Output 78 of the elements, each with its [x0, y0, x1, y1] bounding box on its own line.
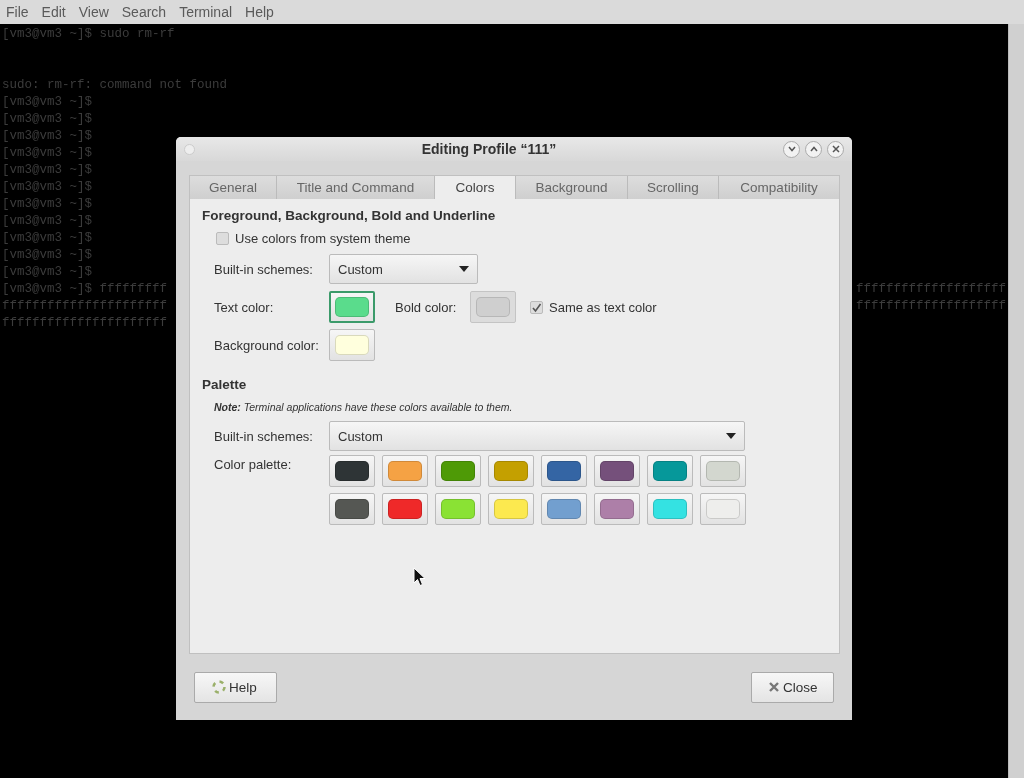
terminal-text: ffffffffffffffffffff [855, 298, 1006, 315]
color-button[interactable] [329, 455, 375, 487]
color-button[interactable] [700, 455, 746, 487]
section-heading: Foreground, Background, Bold and Underline [202, 208, 497, 225]
mouse-pointer-icon [413, 567, 426, 587]
menu-item[interactable]: View [78, 4, 116, 20]
terminal-text: ffffffffffffffffffffff [2, 298, 168, 315]
color-button[interactable] [488, 455, 534, 487]
scheme-dropdown[interactable]: Custom [329, 254, 478, 284]
menu-item[interactable]: File [6, 4, 36, 20]
help-button[interactable]: Help [194, 671, 277, 703]
color-button[interactable] [541, 493, 587, 525]
color-button[interactable] [329, 291, 375, 323]
section-heading: Palette [202, 377, 248, 394]
checkbox[interactable] [530, 300, 543, 314]
terminal-text: [vm3@vm3 ~]$ fffffffff [2, 281, 168, 298]
checkbox[interactable] [216, 231, 229, 245]
minimize-button[interactable] [783, 140, 800, 158]
tab[interactable]: Title and Command [277, 176, 435, 199]
color-button[interactable] [647, 493, 693, 525]
terminal-text: [vm3@vm3 ~]$ [2, 162, 92, 179]
checkbox-label: Use colors from system theme [235, 230, 411, 246]
window-title: Editing Profile “111” [420, 141, 558, 157]
terminal-text: [vm3@vm3 ~]$ [2, 264, 92, 281]
menu-item[interactable]: Edit [41, 4, 73, 20]
scheme-dropdown[interactable]: Custom [329, 421, 745, 451]
color-button[interactable] [329, 329, 375, 361]
field-label: Bold color: [395, 299, 458, 315]
chevron-down-icon [787, 146, 796, 152]
terminal-text: [vm3@vm3 ~]$ [2, 128, 92, 145]
terminal-text: [vm3@vm3 ~]$ [2, 247, 92, 264]
menu-item[interactable]: Search [121, 4, 174, 20]
terminal-text: [vm3@vm3 ~]$ [2, 94, 92, 111]
chevron-up-icon [809, 146, 818, 152]
terminal-text: [vm3@vm3 ~]$ [2, 111, 92, 128]
tab[interactable]: Compatibility [719, 176, 839, 199]
tab[interactable]: Colors [435, 176, 516, 199]
menu-item[interactable]: Terminal [179, 4, 240, 20]
terminal-text: ffffffffffffffffffffff [2, 315, 168, 332]
menu-item[interactable]: Help [245, 4, 281, 20]
field-label: Built-in schemes: [214, 261, 314, 277]
tab[interactable]: Background [516, 176, 628, 199]
checkbox-label: Same as text color [549, 299, 657, 315]
dropdown-caret-icon [726, 433, 736, 439]
terminal-text: [vm3@vm3 ~]$ [2, 213, 92, 230]
field-label: Color palette: [214, 456, 293, 472]
lifebuoy-icon [212, 680, 226, 694]
field-label: Text color: [214, 299, 275, 315]
maximize-button[interactable] [805, 140, 822, 158]
color-button[interactable] [647, 455, 693, 487]
dropdown-caret-icon [459, 266, 469, 272]
field-label: Background color: [214, 337, 320, 353]
close-icon [831, 145, 840, 153]
close-button[interactable]: Close [751, 671, 834, 703]
terminal-text: [vm3@vm3 ~]$ [2, 196, 92, 213]
terminal-text: [vm3@vm3 ~]$ sudo rm-rf [2, 26, 175, 43]
terminal-text: [vm3@vm3 ~]$ [2, 145, 92, 162]
terminal-text: [vm3@vm3 ~]$ [2, 230, 92, 247]
color-button[interactable] [541, 455, 587, 487]
scrollbar[interactable] [1008, 24, 1024, 778]
field-label: Built-in schemes: [214, 428, 314, 444]
color-button[interactable] [435, 455, 481, 487]
color-button[interactable] [435, 493, 481, 525]
color-button[interactable] [382, 493, 428, 525]
note-text: Note: Terminal applications have these colors available to them. [214, 401, 514, 415]
color-button[interactable] [329, 493, 375, 525]
tab[interactable]: Scrolling [628, 176, 719, 199]
tab[interactable]: General [190, 176, 277, 199]
terminal-text: [vm3@vm3 ~]$ [2, 179, 92, 196]
color-button[interactable] [382, 455, 428, 487]
color-button[interactable] [700, 493, 746, 525]
color-button[interactable] [594, 493, 640, 525]
color-button[interactable] [488, 493, 534, 525]
close-button[interactable] [827, 140, 844, 158]
close-icon [768, 681, 780, 693]
color-button[interactable] [594, 455, 640, 487]
terminal-text: sudo: rm-rf: command not found [2, 77, 228, 94]
terminal-text: ffffffffffffffffffff [855, 281, 1006, 298]
